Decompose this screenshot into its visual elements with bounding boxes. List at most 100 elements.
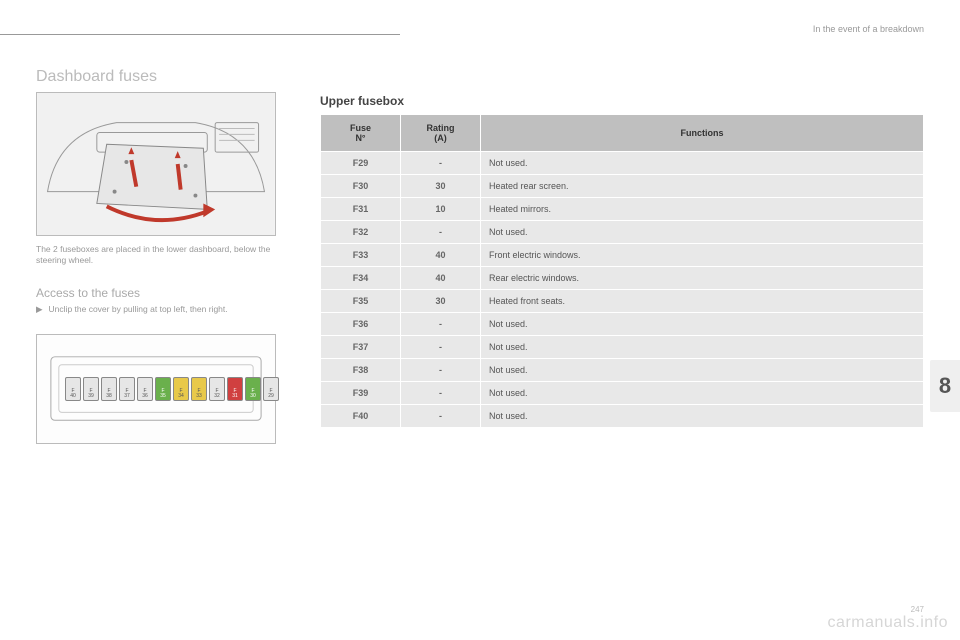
right-column: Upper fusebox Fuse N° Rating (A) Functio… [320, 92, 924, 444]
cell-fuse-no: F29 [321, 152, 401, 175]
cell-rating: 40 [401, 267, 481, 290]
bullet-text: Unclip the cover by pulling at top left,… [49, 304, 228, 315]
fuse-label-bot: 31 [232, 394, 238, 399]
fuse-label-bot: 29 [268, 394, 274, 399]
table-row: F3340Front electric windows. [321, 244, 924, 267]
table-row: F3110Heated mirrors. [321, 198, 924, 221]
access-bullet: ▶ Unclip the cover by pulling at top lef… [36, 304, 296, 315]
cell-fuse-no: F31 [321, 198, 401, 221]
fuse-slot: F36 [137, 377, 153, 401]
left-column: The 2 fuseboxes are placed in the lower … [36, 92, 296, 444]
col-rating-label-2: (A) [407, 133, 474, 143]
col-fuse-no: Fuse N° [321, 115, 401, 152]
watermark: carmanuals.info [828, 614, 948, 632]
cell-rating: 30 [401, 290, 481, 313]
fuse-slot: F35 [155, 377, 171, 401]
fuse-label-bot: 36 [142, 394, 148, 399]
cell-rating: - [401, 382, 481, 405]
col-rating: Rating (A) [401, 115, 481, 152]
cell-fuse-no: F40 [321, 405, 401, 428]
cell-function: Not used. [481, 405, 924, 428]
fuse-slot: F33 [191, 377, 207, 401]
fuse-label-bot: 33 [196, 394, 202, 399]
col-rating-label-1: Rating [407, 123, 474, 133]
table-row: F37-Not used. [321, 336, 924, 359]
horizontal-rule [0, 34, 400, 35]
cell-rating: - [401, 359, 481, 382]
cell-rating: - [401, 313, 481, 336]
table-row: F3440Rear electric windows. [321, 267, 924, 290]
fuse-slot: F31 [227, 377, 243, 401]
cell-rating: - [401, 405, 481, 428]
cell-fuse-no: F37 [321, 336, 401, 359]
fuse-table: Fuse N° Rating (A) Functions F29-Not use… [320, 114, 924, 428]
table-row: F29-Not used. [321, 152, 924, 175]
chapter-tab: 8 [930, 360, 960, 412]
fuse-label-bot: 35 [160, 394, 166, 399]
fuse-label-bot: 37 [124, 394, 130, 399]
bullet-mark-icon: ▶ [36, 304, 43, 315]
cell-rating: - [401, 221, 481, 244]
table-row: F36-Not used. [321, 313, 924, 336]
fuse-slot: F34 [173, 377, 189, 401]
fuse-slot: F37 [119, 377, 135, 401]
table-row: F32-Not used. [321, 221, 924, 244]
fuse-row: F40F39F38F37F36F35F34F33F32F31F30F29 [65, 377, 279, 401]
cell-fuse-no: F34 [321, 267, 401, 290]
cell-rating: - [401, 336, 481, 359]
fuse-label-bot: 40 [70, 394, 76, 399]
section-header: In the event of a breakdown [813, 24, 924, 34]
fuse-table-body: F29-Not used.F3030Heated rear screen.F31… [321, 152, 924, 428]
cell-function: Front electric windows. [481, 244, 924, 267]
cell-rating: 10 [401, 198, 481, 221]
col-fuse-label-1: Fuse [327, 123, 394, 133]
dashboard-illustration [36, 92, 276, 236]
cell-fuse-no: F39 [321, 382, 401, 405]
cell-function: Not used. [481, 359, 924, 382]
fuse-label-bot: 34 [178, 394, 184, 399]
fuse-slot: F40 [65, 377, 81, 401]
cell-fuse-no: F35 [321, 290, 401, 313]
fuse-slot: F30 [245, 377, 261, 401]
fuse-label-bot: 38 [106, 394, 112, 399]
cell-function: Heated front seats. [481, 290, 924, 313]
table-row: F38-Not used. [321, 359, 924, 382]
fuse-slot: F32 [209, 377, 225, 401]
col-fuse-label-2: N° [327, 133, 394, 143]
dashboard-sketch [37, 93, 275, 235]
col-functions: Functions [481, 115, 924, 152]
fusebox-title: Upper fusebox [320, 94, 924, 108]
cell-rating: 30 [401, 175, 481, 198]
cell-function: Heated mirrors. [481, 198, 924, 221]
illustration-caption: The 2 fuseboxes are placed in the lower … [36, 244, 296, 266]
cell-function: Not used. [481, 221, 924, 244]
fusebox-diagram: F40F39F38F37F36F35F34F33F32F31F30F29 [36, 334, 276, 444]
cell-function: Rear electric windows. [481, 267, 924, 290]
page-title: Dashboard fuses [36, 68, 924, 86]
fuse-label-bot: 39 [88, 394, 94, 399]
dashboard-svg [37, 93, 275, 235]
table-row: F39-Not used. [321, 382, 924, 405]
table-row: F3530Heated front seats. [321, 290, 924, 313]
access-title: Access to the fuses [36, 286, 296, 300]
fuse-label-bot: 32 [214, 394, 220, 399]
fuse-table-header-row: Fuse N° Rating (A) Functions [321, 115, 924, 152]
page-number: 247 [911, 605, 924, 614]
cell-fuse-no: F32 [321, 221, 401, 244]
fuse-slot: F29 [263, 377, 279, 401]
cell-fuse-no: F30 [321, 175, 401, 198]
cell-function: Heated rear screen. [481, 175, 924, 198]
fuse-slot: F39 [83, 377, 99, 401]
manual-page: In the event of a breakdown Dashboard fu… [0, 0, 960, 640]
cell-function: Not used. [481, 313, 924, 336]
cell-rating: - [401, 152, 481, 175]
cell-fuse-no: F36 [321, 313, 401, 336]
table-row: F40-Not used. [321, 405, 924, 428]
cell-function: Not used. [481, 152, 924, 175]
cell-rating: 40 [401, 244, 481, 267]
table-row: F3030Heated rear screen. [321, 175, 924, 198]
fuse-slot: F38 [101, 377, 117, 401]
cell-function: Not used. [481, 382, 924, 405]
cell-function: Not used. [481, 336, 924, 359]
cell-fuse-no: F38 [321, 359, 401, 382]
